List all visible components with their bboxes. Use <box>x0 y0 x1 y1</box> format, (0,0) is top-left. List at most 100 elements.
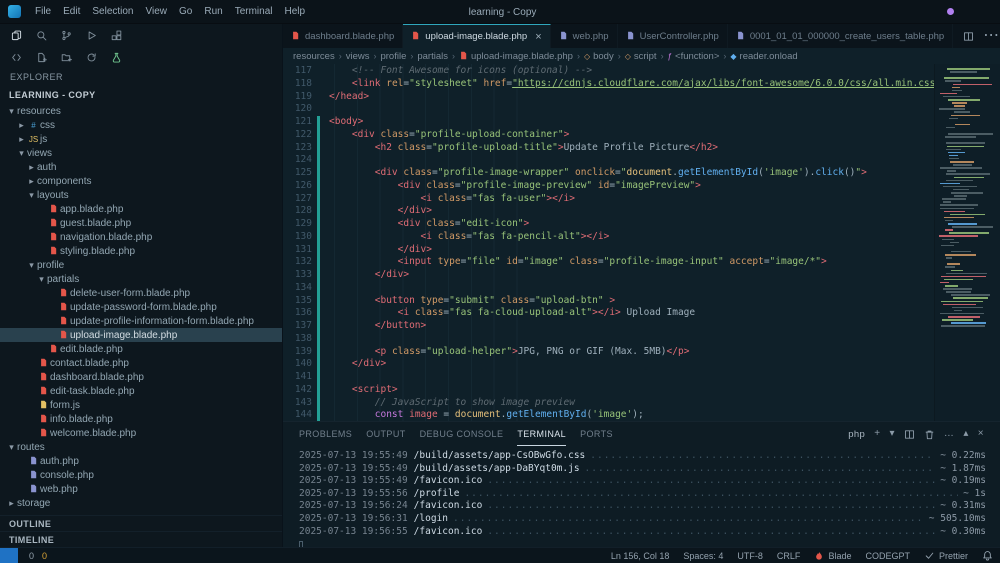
more-icon[interactable]: ⋯ <box>983 28 999 44</box>
tree-item-views[interactable]: ▾ views <box>0 146 282 160</box>
source-control-icon[interactable] <box>60 29 73 42</box>
code-text[interactable]: </div> <box>320 205 934 218</box>
tab-upload-image.blade.php[interactable]: upload-image.blade.php × <box>403 24 551 48</box>
code-text[interactable]: </div> <box>320 358 934 371</box>
tab-UserController.php[interactable]: UserController.php <box>618 24 728 48</box>
remote-icon[interactable] <box>10 51 23 64</box>
line-number[interactable]: 136 <box>283 307 317 320</box>
breadcrumb-item-resources[interactable]: resources <box>293 51 335 62</box>
code-text[interactable]: <div class="edit-icon"> <box>320 218 934 231</box>
tab-0001_01_01_000000_create_users_table.php[interactable]: 0001_01_01_000000_create_users_table.php <box>728 24 954 48</box>
status-cursor-position[interactable]: Ln 156, Col 18 <box>604 548 677 563</box>
menu-terminal[interactable]: Terminal <box>229 3 279 20</box>
line-number[interactable]: 120 <box>283 103 317 116</box>
breadcrumb-item-function[interactable]: ƒ <function> <box>668 51 720 62</box>
chevron-down-icon[interactable]: ▾ <box>26 260 37 271</box>
new-file-icon[interactable] <box>35 51 48 64</box>
tree-item-app.blade.php[interactable]: app.blade.php <box>0 202 282 216</box>
code-text[interactable] <box>320 154 934 167</box>
menu-go[interactable]: Go <box>173 3 198 20</box>
split-icon[interactable] <box>963 31 974 42</box>
search-icon[interactable] <box>35 29 48 42</box>
extensions-icon[interactable] <box>110 29 123 42</box>
split-icon[interactable] <box>904 429 915 440</box>
line-number[interactable]: 141 <box>283 371 317 384</box>
panel-tab-output[interactable]: OUTPUT <box>366 422 405 446</box>
breadcrumb-item-uploadimage.blade.php[interactable]: upload-image.blade.php <box>459 51 573 62</box>
chevron-down-icon[interactable]: ▾ <box>6 106 17 117</box>
line-number[interactable]: 133 <box>283 269 317 282</box>
line-number[interactable]: 142 <box>283 384 317 397</box>
code-text[interactable]: <i class="fas fa-pencil-alt"></i> <box>320 231 934 244</box>
workspace-section-header[interactable]: LEARNING - COPY <box>0 86 282 104</box>
panel-tab-debug-console[interactable]: DEBUG CONSOLE <box>420 422 504 446</box>
tree-item-upload-image.blade.php[interactable]: upload-image.blade.php <box>0 328 282 342</box>
code-editor[interactable]: 117 <!-- Font Awesome for icons (optiona… <box>283 64 934 421</box>
code-text[interactable]: <script> <box>320 384 934 397</box>
code-text[interactable]: <p class="upload-helper">JPG, PNG or GIF… <box>320 346 934 359</box>
panel-tab-ports[interactable]: PORTS <box>580 422 613 446</box>
status-codegpt[interactable]: CODEGPT <box>858 548 917 563</box>
trash-icon[interactable] <box>924 429 935 440</box>
breadcrumb-item-profile[interactable]: profile <box>380 51 406 62</box>
chevron-down-icon[interactable]: ▾ <box>890 429 895 440</box>
line-number[interactable]: 121 <box>283 116 317 129</box>
close-icon[interactable]: × <box>535 31 541 43</box>
line-number[interactable]: 125 <box>283 167 317 180</box>
menu-help[interactable]: Help <box>279 3 312 20</box>
chevron-right-icon[interactable]: ▸ <box>26 176 37 187</box>
code-text[interactable]: <link rel="stylesheet" href="https://cdn… <box>320 78 934 91</box>
line-number[interactable]: 118 <box>283 78 317 91</box>
tab-web.php[interactable]: web.php <box>551 24 618 48</box>
problems-status[interactable]: 0 0 <box>18 548 54 563</box>
tree-item-edit.blade.php[interactable]: edit.blade.php <box>0 342 282 356</box>
breadcrumb-item-reader.onload[interactable]: ◆ reader.onload <box>730 51 797 62</box>
tree-item-resources[interactable]: ▾ resources <box>0 104 282 118</box>
breadcrumb-item-body[interactable]: ◇ body <box>584 51 614 62</box>
code-text[interactable]: </div> <box>320 269 934 282</box>
code-text[interactable]: // JavaScript to show image preview <box>320 397 934 410</box>
panel-tab-terminal[interactable]: TERMINAL <box>517 422 567 446</box>
run-debug-icon[interactable] <box>85 29 98 42</box>
terminal[interactable]: 2025-07-13 19:55:49/build/assets/app-CsO… <box>283 446 1000 547</box>
chevron-right-icon[interactable]: ▸ <box>26 162 37 173</box>
menu-view[interactable]: View <box>140 3 174 20</box>
line-number[interactable]: 134 <box>283 282 317 295</box>
ellipsis-icon[interactable]: … <box>944 429 954 440</box>
outline-section[interactable]: OUTLINE <box>0 515 282 531</box>
chevron-up-icon[interactable]: ▴ <box>963 429 968 440</box>
tree-item-web.php[interactable]: web.php <box>0 482 282 496</box>
code-text[interactable]: <body> <box>320 116 934 129</box>
panel-tab-problems[interactable]: PROBLEMS <box>299 422 352 446</box>
code-text[interactable]: <div class="profile-upload-container"> <box>320 129 934 142</box>
status-prettier[interactable]: Prettier <box>917 548 975 563</box>
line-number[interactable]: 128 <box>283 205 317 218</box>
code-text[interactable]: <div class="profile-image-wrapper" oncli… <box>320 167 934 180</box>
chevron-right-icon[interactable]: ▸ <box>16 134 27 145</box>
menu-run[interactable]: Run <box>198 3 228 20</box>
line-number[interactable]: 130 <box>283 231 317 244</box>
code-text[interactable]: <i class="fas fa-user"></i> <box>320 193 934 206</box>
chevron-right-icon[interactable]: ▸ <box>6 498 17 509</box>
refresh-icon[interactable] <box>85 51 98 64</box>
breadcrumb-item-views[interactable]: views <box>346 51 370 62</box>
tree-item-layouts[interactable]: ▾ layouts <box>0 188 282 202</box>
chevron-right-icon[interactable]: ▸ <box>16 120 27 131</box>
new-folder-icon[interactable] <box>60 51 73 64</box>
line-number[interactable]: 144 <box>283 409 317 421</box>
line-number[interactable]: 117 <box>283 65 317 78</box>
line-number[interactable]: 127 <box>283 193 317 206</box>
code-text[interactable]: <input type="file" id="image" class="pro… <box>320 256 934 269</box>
terminal-shell-selector[interactable]: php <box>844 429 865 440</box>
code-text[interactable]: </head> <box>320 91 934 104</box>
chevron-down-icon[interactable]: ▾ <box>6 442 17 453</box>
tree-item-auth.php[interactable]: auth.php <box>0 454 282 468</box>
line-number[interactable]: 129 <box>283 218 317 231</box>
menu-selection[interactable]: Selection <box>86 3 139 20</box>
files-icon[interactable] <box>10 29 23 42</box>
breadcrumb-item-partials[interactable]: partials <box>417 51 448 62</box>
plus-icon[interactable]: + <box>874 429 880 440</box>
code-text[interactable]: <!-- Font Awesome for icons (optional) -… <box>320 65 934 78</box>
tree-item-navigation.blade.php[interactable]: navigation.blade.php <box>0 230 282 244</box>
tree-item-profile[interactable]: ▾ profile <box>0 258 282 272</box>
